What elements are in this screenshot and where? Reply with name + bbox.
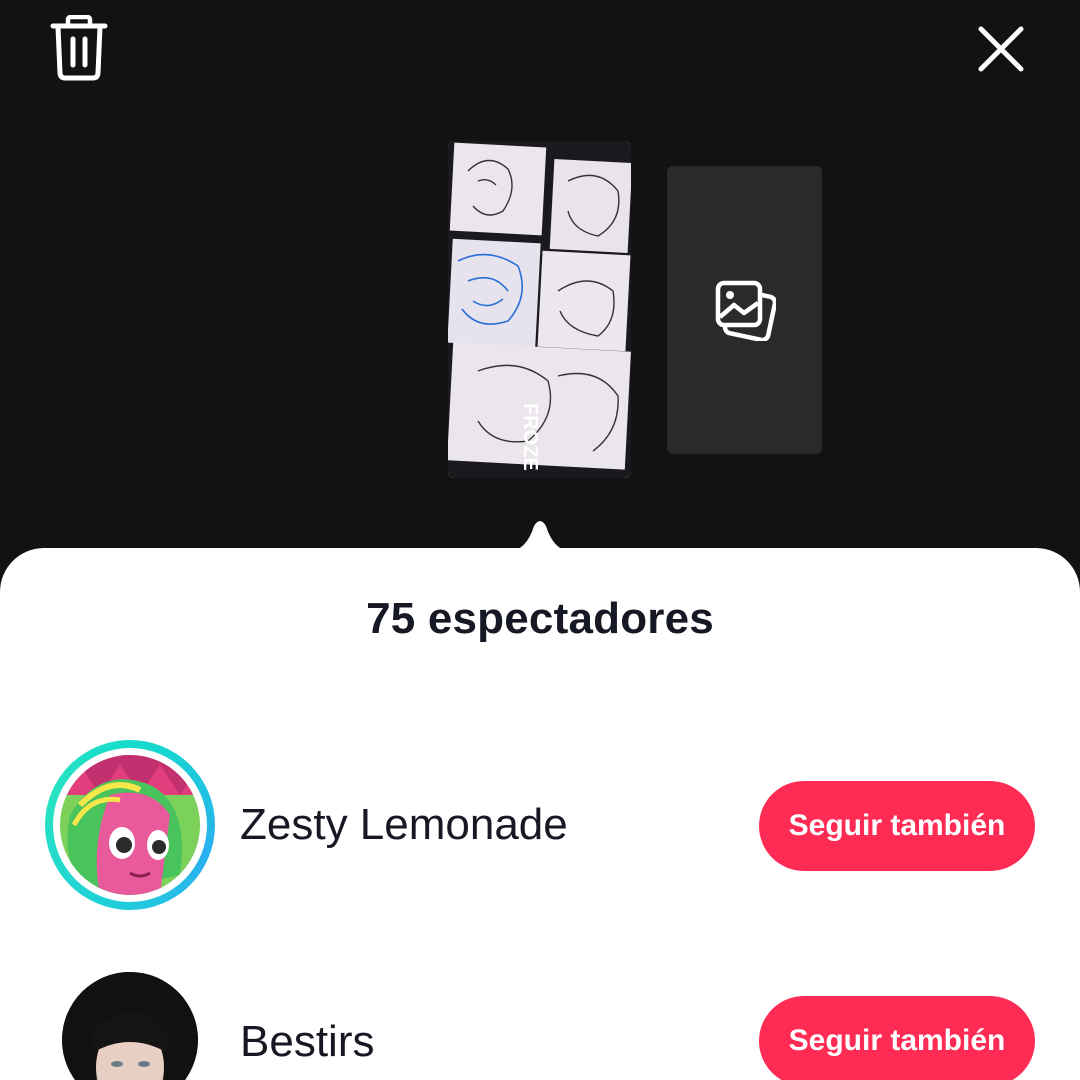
story-thumbnail-current[interactable]: FROZE	[448, 141, 631, 478]
image-stack-icon	[715, 280, 776, 341]
story-artwork-image: FROZE	[448, 141, 631, 478]
sheet-pointer	[506, 521, 574, 552]
story-thumbnail-next[interactable]	[667, 166, 822, 454]
follow-back-button[interactable]: Seguir también	[759, 996, 1035, 1080]
story-thumbnail-strip: FROZE	[0, 0, 1080, 540]
svg-text:FROZE: FROZE	[519, 403, 541, 471]
viewers-count-title: 75 espectadores	[366, 594, 714, 643]
avatar	[60, 755, 200, 895]
viewer-row: Bestirs Seguir también	[0, 955, 1080, 1080]
follow-back-button[interactable]: Seguir también	[759, 781, 1035, 871]
story-viewers-screen: FROZE 75 espectadores Zesty Lemonade Seg…	[0, 0, 1080, 1080]
avatar-story-ring[interactable]	[45, 740, 215, 910]
viewer-name[interactable]: Zesty Lemonade	[240, 800, 568, 850]
viewer-row: Zesty Lemonade Seguir también	[0, 740, 1080, 910]
avatar[interactable]	[62, 972, 198, 1080]
viewer-name[interactable]: Bestirs	[240, 1017, 374, 1067]
